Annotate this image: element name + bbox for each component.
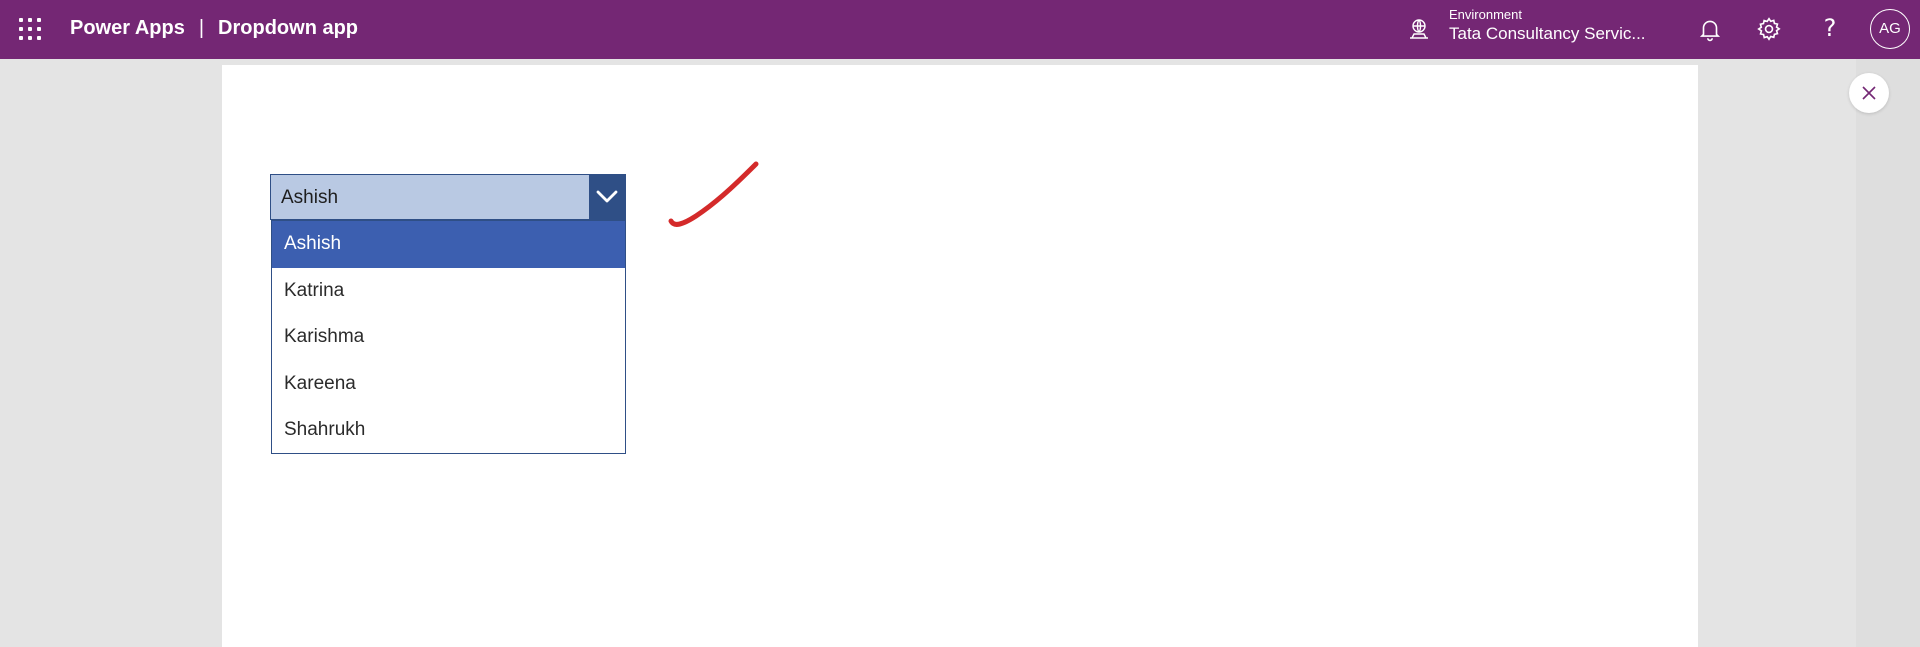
dropdown-list: Ashish Katrina Karishma Kareena Shahrukh [271, 220, 626, 454]
bell-icon[interactable] [1697, 16, 1723, 42]
dropdown-option-katrina[interactable]: Katrina [272, 268, 625, 315]
dropdown-option-shahrukh[interactable]: Shahrukh [272, 407, 625, 454]
right-gutter [1856, 59, 1920, 647]
environment-name: Tata Consultancy Servic... [1449, 24, 1646, 43]
environment-icon [1410, 19, 1428, 39]
dropdown-option-kareena[interactable]: Kareena [272, 361, 625, 408]
close-icon [1862, 86, 1876, 100]
avatar[interactable]: AG [1870, 9, 1910, 49]
waffle-icon[interactable] [19, 18, 41, 40]
environment-picker[interactable]: Environment Tata Consultancy Servic... [1449, 7, 1646, 45]
app-name: Dropdown app [218, 17, 359, 39]
dropdown-selected-value: Ashish [281, 187, 339, 208]
chevron-down-icon [596, 190, 618, 203]
app-title: Power Apps | Dropdown app [70, 17, 358, 40]
dropdown-control[interactable]: Ashish [270, 174, 626, 220]
close-button[interactable] [1849, 73, 1889, 113]
dropdown-option-karishma[interactable]: Karishma [272, 314, 625, 361]
product-name[interactable]: Power Apps [70, 17, 185, 39]
dropdown-option-ashish[interactable]: Ashish [272, 221, 625, 268]
dropdown-toggle[interactable] [589, 175, 625, 219]
gear-icon[interactable] [1756, 16, 1782, 42]
title-separator: | [198, 17, 205, 39]
help-icon[interactable]: ? [1817, 14, 1843, 42]
environment-label: Environment [1449, 7, 1522, 22]
top-bar: Power Apps | Dropdown app Environment Tata… [0, 0, 1920, 59]
checkmark-annotation [668, 161, 759, 227]
